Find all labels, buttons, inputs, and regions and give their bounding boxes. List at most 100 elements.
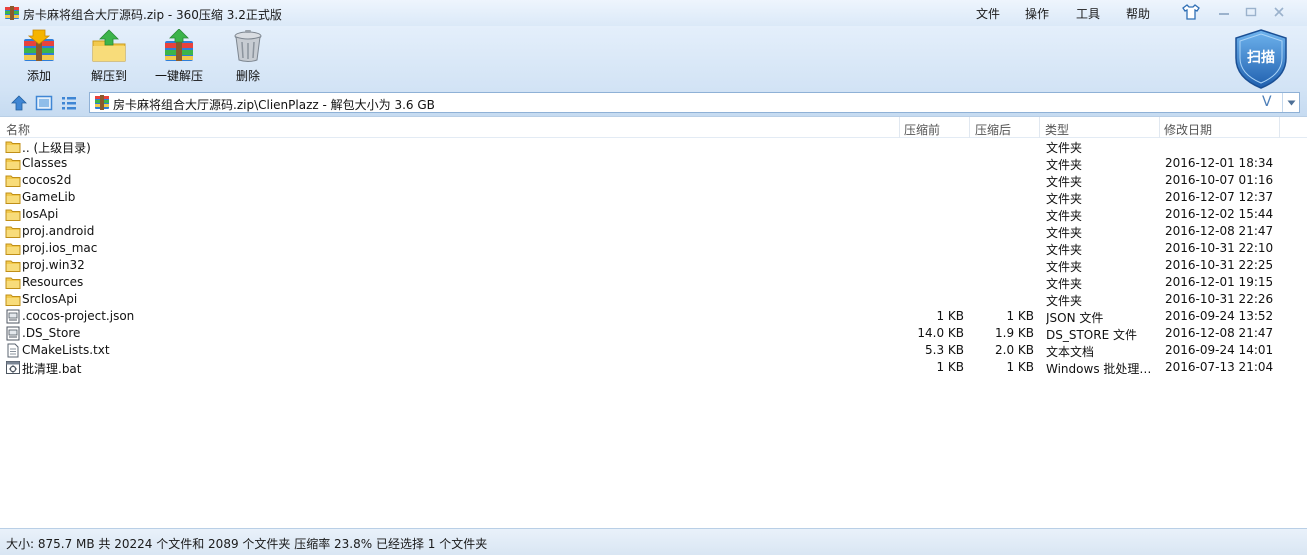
file-row[interactable]: proj.android 文件夹 2016-12-08 21:47 — [0, 223, 1307, 240]
file-rows: .. (上级目录) 文件夹 Classes 文件夹 2016-12-01 18:34 co… — [0, 138, 1307, 376]
file-row[interactable]: Resources 文件夹 2016-12-01 19:15 — [0, 274, 1307, 291]
file-row[interactable]: 批清理.bat 1 KB 1 KB Windows 批处理… 2016-07-13 21… — [0, 359, 1307, 376]
folder-icon — [5, 190, 21, 205]
scan-shield-button[interactable]: 扫描 — [1233, 28, 1289, 90]
skin-shirt-icon[interactable] — [1181, 3, 1201, 21]
col-modified[interactable]: 修改日期 — [1164, 121, 1212, 138]
folder-icon — [5, 224, 21, 239]
file-row[interactable]: GameLib 文件夹 2016-12-07 12:37 — [0, 189, 1307, 206]
folder-icon — [5, 292, 21, 307]
maximize-button[interactable] — [1240, 4, 1262, 20]
file-type: 文件夹 — [1046, 141, 1083, 155]
file-row[interactable]: IosApi 文件夹 2016-12-02 15:44 — [0, 206, 1307, 223]
file-type: Windows 批处理… — [1046, 362, 1152, 376]
file-name: .. (上级目录) — [22, 141, 91, 155]
file-modified: 2016-12-08 21:47 — [1165, 224, 1274, 238]
list-view-icon[interactable] — [60, 94, 78, 112]
file-name: Classes — [22, 156, 68, 170]
file-type: 文件夹 — [1046, 277, 1083, 291]
file-name: CMakeLists.txt — [22, 343, 110, 357]
toolbar: 添加 解压到 一键解压 删除 — [0, 26, 1307, 90]
file-row[interactable]: proj.ios_mac 文件夹 2016-10-31 22:10 — [0, 240, 1307, 257]
minimize-icon — [1219, 13, 1229, 15]
col-unpacked[interactable]: 压缩后 — [975, 121, 1011, 138]
title-bar: 房卡麻将组合大厅源码.zip - 360压缩 3.2正式版 文件 操作 工具 帮… — [0, 0, 1307, 26]
one-click-extract-button[interactable]: 一键解压 — [153, 26, 205, 88]
address-dropdown-button[interactable] — [1282, 93, 1300, 112]
file-row[interactable]: .. (上级目录) 文件夹 — [0, 138, 1307, 155]
address-bar[interactable]: 房卡麻将组合大厅源码.zip\ClienPlazz - 解包大小为 3.6 GB… — [89, 92, 1300, 113]
batch-file-icon — [5, 360, 21, 375]
file-name: 批清理.bat — [22, 362, 82, 376]
folder-icon — [5, 275, 21, 290]
col-separator[interactable] — [1279, 117, 1280, 138]
file-list[interactable]: 名称 压缩前 压缩后 类型 修改日期 .. (上级目录) 文件夹 Classes 文件… — [0, 116, 1307, 528]
file-row[interactable]: .cocos-project.json 1 KB 1 KB JSON 文件 2016-0… — [0, 308, 1307, 325]
col-separator[interactable] — [899, 117, 900, 138]
file-row[interactable]: CMakeLists.txt 5.3 KB 2.0 KB 文本文档 2016-09-24… — [0, 342, 1307, 359]
add-label: 添加 — [26, 69, 51, 83]
file-packed-size: 1 KB — [936, 360, 964, 374]
file-row[interactable]: .DS_Store 14.0 KB 1.9 KB DS_STORE 文件 2016-12… — [0, 325, 1307, 342]
folder-icon — [5, 207, 21, 222]
file-name: proj.android — [22, 224, 95, 238]
address-path: 房卡麻将组合大厅源码.zip\ClienPlazz - 解包大小为 3.6 GB — [113, 98, 435, 112]
col-separator[interactable] — [969, 117, 970, 138]
file-modified: 2016-12-08 21:47 — [1165, 326, 1274, 340]
col-packed[interactable]: 压缩前 — [904, 121, 940, 138]
file-name: SrcIosApi — [22, 292, 78, 306]
file-modified: 2016-12-01 18:34 — [1165, 156, 1274, 170]
status-text: 大小: 875.7 MB 共 20224 个文件和 2089 个文件夹 压缩率 … — [6, 537, 488, 551]
address-v-button[interactable]: V — [1262, 94, 1272, 110]
file-row[interactable]: Classes 文件夹 2016-12-01 18:34 — [0, 155, 1307, 172]
add-archive-icon — [24, 29, 54, 61]
file-name: proj.win32 — [22, 258, 85, 272]
file-type: 文件夹 — [1046, 158, 1083, 172]
file-type: 文件夹 — [1046, 192, 1083, 206]
close-icon — [1274, 7, 1284, 17]
archive-app-icon — [5, 6, 19, 20]
menu-operate[interactable]: 操作 — [1025, 5, 1049, 22]
col-separator[interactable] — [1159, 117, 1160, 138]
col-name[interactable]: 名称 — [6, 121, 30, 138]
up-arrow-icon[interactable] — [10, 94, 28, 112]
file-unpacked-size: 2.0 KB — [995, 343, 1034, 357]
minimize-button[interactable] — [1213, 4, 1235, 20]
file-modified: 2016-09-24 13:52 — [1165, 309, 1274, 323]
maximize-icon — [1245, 7, 1257, 17]
file-packed-size: 14.0 KB — [917, 326, 964, 340]
file-row[interactable]: cocos2d 文件夹 2016-10-07 01:16 — [0, 172, 1307, 189]
menu-file[interactable]: 文件 — [976, 5, 1000, 22]
file-unpacked-size: 1 KB — [1006, 309, 1034, 323]
col-type[interactable]: 类型 — [1045, 121, 1069, 138]
scan-label: 扫描 — [1247, 49, 1275, 66]
menu-tools[interactable]: 工具 — [1076, 5, 1100, 22]
file-modified: 2016-12-07 12:37 — [1165, 190, 1274, 204]
thumbnail-view-icon[interactable] — [35, 94, 53, 112]
one-click-extract-label: 一键解压 — [154, 69, 203, 83]
delete-button[interactable]: 删除 — [228, 26, 268, 88]
folder-icon — [5, 139, 21, 154]
one-click-extract-icon — [165, 29, 193, 61]
close-button[interactable] — [1268, 4, 1290, 20]
folder-icon — [5, 258, 21, 273]
file-name: .DS_Store — [22, 326, 81, 340]
file-unpacked-size: 1 KB — [1006, 360, 1034, 374]
file-name: cocos2d — [22, 173, 72, 187]
extract-to-button[interactable]: 解压到 — [87, 26, 131, 88]
add-button[interactable]: 添加 — [18, 26, 60, 88]
file-icon — [5, 309, 21, 324]
col-separator[interactable] — [1039, 117, 1040, 138]
file-row[interactable]: proj.win32 文件夹 2016-10-31 22:25 — [0, 257, 1307, 274]
file-unpacked-size: 1.9 KB — [995, 326, 1034, 340]
trash-can-icon — [234, 30, 262, 62]
file-modified: 2016-10-31 22:25 — [1165, 258, 1274, 272]
file-modified: 2016-07-13 21:04 — [1165, 360, 1274, 374]
file-name: .cocos-project.json — [22, 309, 135, 323]
file-type: 文件夹 — [1046, 243, 1083, 257]
menu-help[interactable]: 帮助 — [1126, 5, 1150, 22]
file-modified: 2016-10-31 22:26 — [1165, 292, 1274, 306]
text-file-icon — [5, 343, 21, 358]
file-modified: 2016-12-02 15:44 — [1165, 207, 1274, 221]
file-row[interactable]: SrcIosApi 文件夹 2016-10-31 22:26 — [0, 291, 1307, 308]
